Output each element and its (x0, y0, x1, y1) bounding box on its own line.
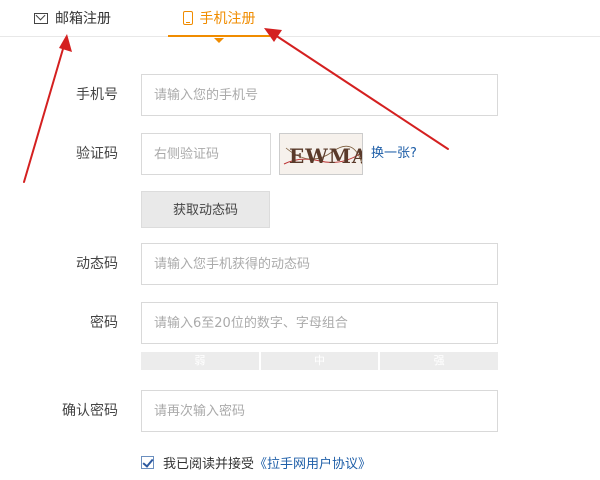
tab-email-register[interactable]: 邮箱注册 (34, 0, 111, 36)
strength-strong: 强 (380, 352, 499, 370)
captcha-input[interactable] (141, 133, 271, 175)
agreement-checkbox[interactable] (141, 455, 154, 469)
password-row: 密码 (0, 302, 600, 344)
password-strength-meter: 弱 中 强 (141, 352, 499, 370)
dynamic-code-input[interactable] (141, 243, 498, 285)
phone-input[interactable] (141, 74, 498, 116)
confirm-password-input[interactable] (141, 390, 498, 432)
agreement-row: 我已阅读并接受 《拉手网用户协议》 (141, 452, 371, 472)
user-agreement-link[interactable]: 《拉手网用户协议》 (254, 453, 371, 472)
password-label: 密码 (90, 315, 118, 331)
mail-icon (34, 12, 48, 24)
agreement-text: 我已阅读并接受 (163, 456, 255, 472)
tab-phone-label: 手机注册 (199, 11, 256, 27)
confirm-password-label: 确认密码 (62, 403, 118, 419)
strength-weak: 弱 (141, 352, 261, 370)
registration-tab-bar: 邮箱注册 手机注册 (0, 0, 600, 43)
phone-row: 手机号 (0, 74, 600, 116)
password-input[interactable] (141, 302, 498, 344)
tab-phone-register[interactable]: 手机注册 (168, 0, 270, 43)
confirm-password-row: 确认密码 (0, 390, 600, 432)
active-tab-caret-icon (214, 38, 224, 43)
captcha-label: 验证码 (76, 146, 118, 162)
captcha-row: 验证码 EWMA 换一张? (0, 133, 600, 175)
captcha-image[interactable]: EWMA (279, 133, 363, 175)
phone-label: 手机号 (76, 87, 118, 103)
captcha-refresh-link[interactable]: 换一张? (371, 133, 417, 175)
captcha-text: EWMA (289, 144, 363, 168)
dynamic-code-row: 动态码 (0, 243, 600, 285)
strength-medium: 中 (260, 352, 381, 370)
phone-icon (182, 11, 193, 25)
dynamic-code-label: 动态码 (76, 256, 118, 272)
tab-email-label: 邮箱注册 (55, 11, 111, 27)
get-dynamic-code-button[interactable]: 获取动态码 (141, 191, 270, 228)
